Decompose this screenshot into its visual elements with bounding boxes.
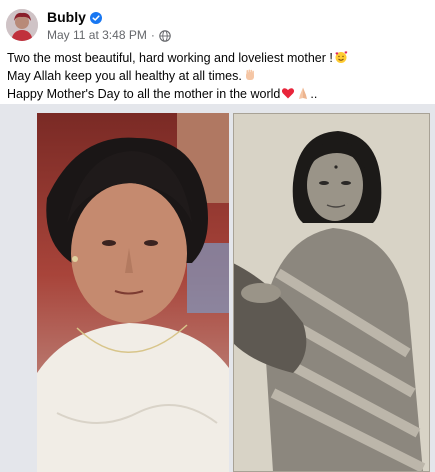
globe-icon	[159, 29, 171, 42]
meta-separator: ·	[150, 27, 155, 42]
post-timestamp[interactable]: May 11 at 3:48 PM	[47, 27, 147, 43]
post-line-3-text: Happy Mother's Day to all the mother in …	[7, 87, 281, 101]
post-line-3-trailing: ..	[310, 87, 318, 101]
waving-hand-icon	[243, 68, 257, 86]
post-line-2-text: May Allah keep you all healthy at all ti…	[7, 69, 242, 83]
author-avatar[interactable]	[6, 9, 38, 41]
red-heart-icon	[281, 86, 295, 104]
photo-2[interactable]	[233, 113, 430, 472]
photo-gallery	[0, 104, 435, 472]
author-name[interactable]: Bubly	[47, 8, 86, 26]
post-header: Bubly May 11 at 3:48 PM ·	[6, 6, 171, 44]
facebook-post: Bubly May 11 at 3:48 PM · Two the most b…	[0, 0, 435, 472]
post-line-3: Happy Mother's Day to all the mother in …	[7, 86, 427, 104]
post-line-2: May Allah keep you all healthy at all ti…	[7, 68, 427, 86]
folded-hands-icon	[296, 86, 310, 104]
post-text: Two the most beautiful, hard working and…	[7, 50, 427, 104]
photo-1[interactable]	[37, 113, 229, 472]
post-line-1-text: Two the most beautiful, hard working and…	[7, 51, 333, 65]
post-line-1: Two the most beautiful, hard working and…	[7, 50, 427, 68]
smiling-face-with-hearts-icon	[334, 50, 348, 68]
verified-badge-icon	[89, 11, 102, 24]
